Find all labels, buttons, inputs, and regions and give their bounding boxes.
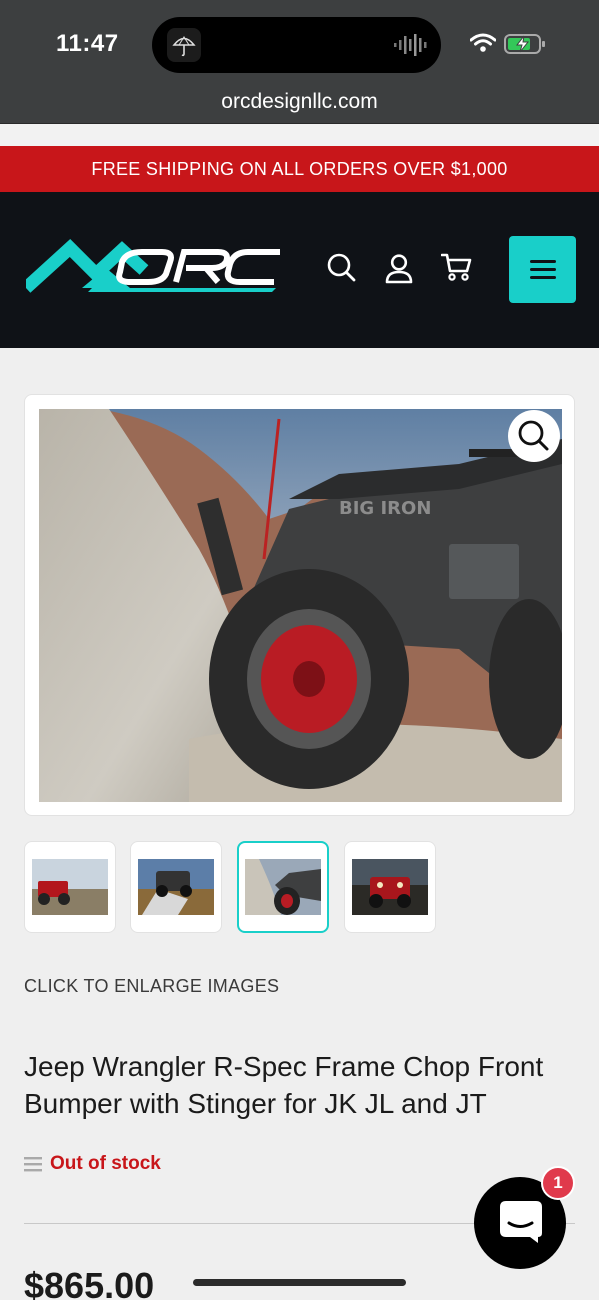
thumbnail-image xyxy=(245,859,321,915)
thumbnail-image xyxy=(352,859,428,915)
account-icon[interactable] xyxy=(385,254,413,284)
promo-banner: FREE SHIPPING ON ALL ORDERS OVER $1,000 xyxy=(0,146,599,192)
audio-wave-icon xyxy=(394,34,427,56)
url-text[interactable]: orcdesignllc.com xyxy=(0,90,599,114)
orc-logo[interactable] xyxy=(26,238,282,296)
battery-icon xyxy=(504,34,545,54)
status-time: 11:47 xyxy=(56,30,119,57)
thumbnail-2[interactable] xyxy=(130,841,222,933)
umbrella-icon xyxy=(167,28,201,62)
cart-icon[interactable] xyxy=(441,252,473,282)
chat-badge: 1 xyxy=(541,1166,575,1200)
svg-text:BIG IRON: BIG IRON xyxy=(339,498,431,519)
dynamic-island xyxy=(152,17,441,73)
menu-icon-bar xyxy=(530,276,556,279)
enlarge-images-label: CLICK TO ENLARGE IMAGES xyxy=(24,976,280,996)
thumbnail-image xyxy=(138,859,214,915)
zoom-icon xyxy=(518,420,549,451)
wifi-icon xyxy=(470,33,496,52)
main-image-card: BIG IRON xyxy=(24,394,575,816)
thumbnail-image xyxy=(32,859,108,915)
thumbnail-4[interactable] xyxy=(344,841,436,933)
product-main-image[interactable]: BIG IRON xyxy=(39,409,562,802)
menu-icon xyxy=(530,260,556,263)
address-bar[interactable]: orcdesignllc.com xyxy=(0,80,599,124)
zoom-button[interactable] xyxy=(508,410,560,462)
home-indicator[interactable] xyxy=(193,1279,406,1286)
thumbnail-1[interactable] xyxy=(24,841,116,933)
search-icon[interactable] xyxy=(326,252,356,282)
product-title: Jeep Wrangler R-Spec Frame Chop Front Bu… xyxy=(24,1051,544,1119)
page-top-strip xyxy=(0,124,599,146)
list-lines-icon xyxy=(24,1157,42,1172)
stock-status-text: Out of stock xyxy=(50,1153,161,1174)
status-bar: 11:47 xyxy=(0,0,599,80)
thumbnail-3[interactable] xyxy=(237,841,329,933)
menu-button[interactable] xyxy=(509,236,576,303)
product-price: $865.00 xyxy=(24,1265,155,1300)
site-header xyxy=(0,192,599,348)
menu-icon-bar xyxy=(530,268,556,271)
